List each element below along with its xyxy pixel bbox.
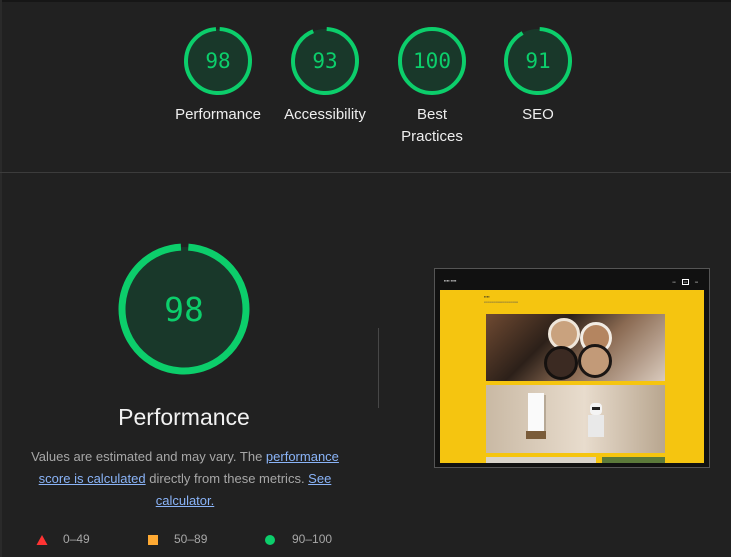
square-icon bbox=[148, 535, 158, 545]
gauge-accessibility[interactable]: 93 Accessibility bbox=[284, 26, 366, 123]
gauge-score: 100 bbox=[413, 49, 451, 73]
performance-gauge-large: 98 bbox=[117, 242, 251, 376]
gauge-label: Accessibility bbox=[284, 106, 366, 123]
screenshot-page: ▪▪▪▪ ▪▪▪▪ ▪▪▪ ▪▪▪ ▪▪▪ ▪▪▪▪ ▪▪▪▪▪▪▪▪▪▪▪▪▪▪▪… bbox=[440, 274, 704, 463]
screenshot-nav: ▪▪▪▪ ▪▪▪▪ ▪▪▪ ▪▪▪ ▪▪▪ bbox=[440, 274, 704, 290]
gauge-score: 98 bbox=[205, 49, 231, 73]
screenshot-heading: ▪▪▪▪ bbox=[484, 294, 490, 299]
legend-fail: 0–49 bbox=[36, 532, 156, 548]
section-divider bbox=[0, 172, 731, 173]
stormtrooper-photo bbox=[486, 385, 665, 453]
legend-range: 90–100 bbox=[292, 532, 333, 546]
screenshot-nav-links: ▪▪▪ ▪▪▪ ▪▪▪ bbox=[672, 279, 698, 285]
gauge-seo[interactable]: 91 SEO bbox=[503, 26, 573, 123]
gauge-label: SEO bbox=[522, 106, 554, 123]
gauge-score: 91 bbox=[525, 49, 551, 73]
photo-strip bbox=[602, 457, 665, 463]
left-edge bbox=[0, 0, 2, 557]
performance-title: Performance bbox=[118, 404, 250, 430]
gauge-best-practices[interactable]: 100 Best Practices bbox=[397, 26, 467, 145]
screenshot-subtext: ▪▪▪▪▪▪▪▪▪▪▪▪▪▪▪▪▪▪▪▪▪▪▪▪▪▪▪▪▪▪▪▪ bbox=[484, 300, 519, 304]
gauge-label: Best Practices bbox=[401, 106, 463, 145]
performance-description: Values are estimated and may vary. The p… bbox=[24, 446, 346, 512]
legend-pass: 90–100 bbox=[264, 532, 384, 548]
screenshot-brand: ▪▪▪▪ ▪▪▪▪ bbox=[444, 278, 457, 283]
triangle-icon bbox=[36, 535, 48, 545]
photo-strip bbox=[486, 457, 596, 463]
performance-score: 98 bbox=[164, 289, 204, 329]
gauge-score: 93 bbox=[312, 49, 338, 73]
gauge-performance[interactable]: 98 Performance bbox=[175, 26, 261, 123]
final-screenshot[interactable]: ▪▪▪▪ ▪▪▪▪ ▪▪▪ ▪▪▪ ▪▪▪ ▪▪▪▪ ▪▪▪▪▪▪▪▪▪▪▪▪▪▪▪… bbox=[434, 268, 710, 468]
legend-average: 50–89 bbox=[147, 532, 267, 548]
circle-icon bbox=[265, 535, 275, 545]
vertical-divider bbox=[378, 328, 379, 408]
desc-text: directly from these metrics. bbox=[145, 471, 309, 486]
legend-range: 0–49 bbox=[63, 532, 90, 546]
desc-text: Values are estimated and may vary. The bbox=[31, 449, 266, 464]
legend-range: 50–89 bbox=[174, 532, 208, 546]
coffee-photo bbox=[486, 314, 665, 381]
top-bar bbox=[0, 0, 731, 2]
